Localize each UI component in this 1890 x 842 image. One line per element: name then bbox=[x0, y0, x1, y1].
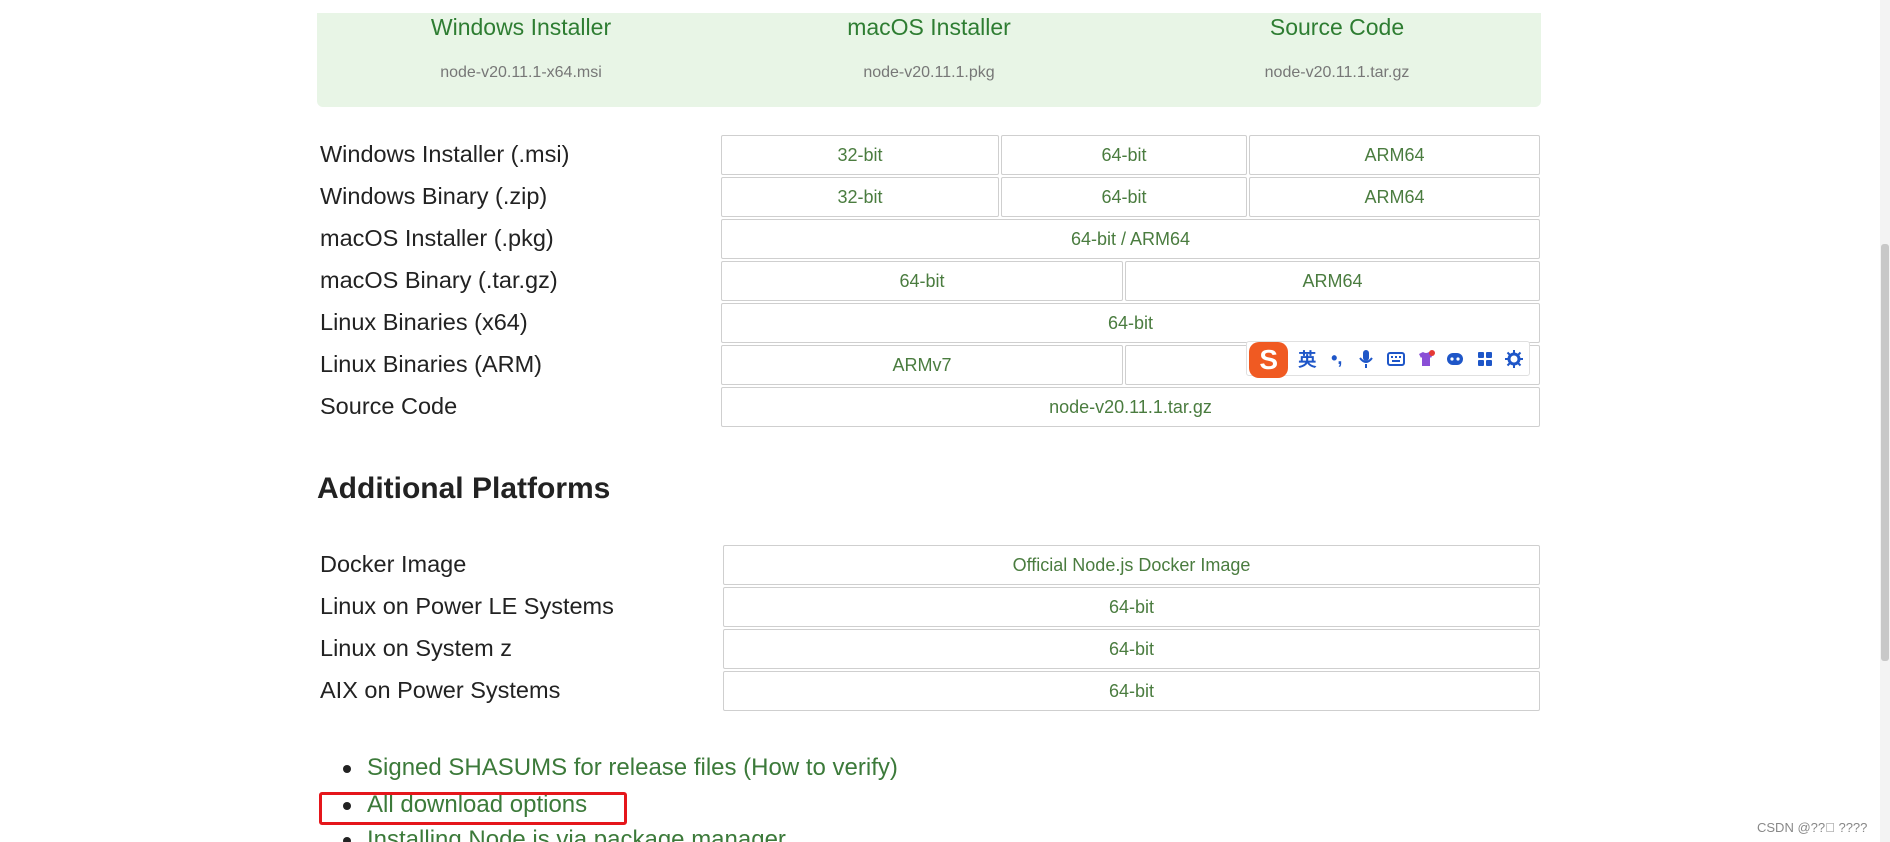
ime-punctuation-toggle[interactable]: •, bbox=[1322, 344, 1352, 374]
banner-title[interactable]: Source Code bbox=[1133, 13, 1541, 41]
emoji-icon[interactable] bbox=[1440, 344, 1470, 374]
download-banner: Windows Installer node-v20.11.1-x64.msi … bbox=[317, 13, 1541, 107]
bullet-dot bbox=[343, 765, 351, 773]
download-cell[interactable]: 64-bit bbox=[721, 261, 1123, 301]
watermark: CSDN @??  ???? bbox=[1757, 820, 1868, 835]
row-label: Linux Binaries (ARM) bbox=[320, 351, 543, 377]
download-cell[interactable]: 64-bit bbox=[723, 671, 1540, 711]
download-cell[interactable]: 64-bit bbox=[723, 629, 1540, 669]
mic-icon[interactable] bbox=[1352, 344, 1382, 374]
ime-mode-toggle[interactable]: 英 bbox=[1292, 344, 1322, 374]
download-cell[interactable]: Official Node.js Docker Image bbox=[723, 545, 1540, 585]
banner-macos[interactable]: macOS Installer node-v20.11.1.pkg bbox=[725, 13, 1133, 83]
bullet-dot bbox=[343, 837, 351, 842]
annotation-highlight-box bbox=[319, 792, 627, 825]
banner-file: node-v20.11.1.tar.gz bbox=[1264, 64, 1410, 81]
row-label: Docker Image bbox=[320, 551, 467, 577]
download-cell[interactable]: ARMv7 bbox=[721, 345, 1123, 385]
download-cell[interactable]: 64-bit / ARM64 bbox=[721, 219, 1540, 259]
download-cell[interactable]: ARM64 bbox=[1249, 135, 1540, 175]
row-label: Linux on Power LE Systems bbox=[320, 593, 614, 619]
banner-file: node-v20.11.1.pkg bbox=[863, 64, 995, 81]
row-label: Windows Binary (.zip) bbox=[320, 183, 548, 209]
banner-file: node-v20.11.1-x64.msi bbox=[440, 64, 602, 81]
download-cell[interactable]: ARM64 bbox=[1125, 261, 1540, 301]
package-manager-link[interactable]: Installing Node.js via package manager bbox=[367, 825, 786, 842]
shasums-link[interactable]: Signed SHASUMS for release files (How to… bbox=[367, 753, 898, 783]
ime-toolbar[interactable]: S 英 •, bbox=[1246, 341, 1530, 378]
banner-windows[interactable]: Windows Installer node-v20.11.1-x64.msi bbox=[317, 13, 725, 83]
apps-icon[interactable] bbox=[1470, 344, 1500, 374]
keyboard-icon[interactable] bbox=[1381, 344, 1411, 374]
download-cell[interactable]: 32-bit bbox=[721, 177, 999, 217]
row-label: macOS Binary (.tar.gz) bbox=[320, 267, 558, 293]
row-label: Windows Installer (.msi) bbox=[320, 141, 570, 167]
download-cell[interactable]: 64-bit bbox=[1001, 177, 1247, 217]
row-label: Linux on System z bbox=[320, 635, 513, 661]
row-label: Linux Binaries (x64) bbox=[320, 309, 528, 335]
download-cell[interactable]: 64-bit bbox=[721, 303, 1540, 343]
download-cell[interactable]: 64-bit bbox=[1001, 135, 1247, 175]
row-label: AIX on Power Systems bbox=[320, 677, 561, 703]
banner-title[interactable]: Windows Installer bbox=[317, 13, 725, 41]
skin-icon[interactable] bbox=[1411, 344, 1441, 374]
scrollbar-thumb[interactable] bbox=[1881, 244, 1889, 661]
ime-logo-icon[interactable]: S bbox=[1249, 341, 1289, 378]
download-cell[interactable]: node-v20.11.1.tar.gz bbox=[721, 387, 1540, 427]
download-cell[interactable]: 32-bit bbox=[721, 135, 999, 175]
row-label: macOS Installer (.pkg) bbox=[320, 225, 554, 251]
settings-icon[interactable] bbox=[1499, 344, 1529, 374]
row-label: Source Code bbox=[320, 393, 458, 419]
additional-platforms-heading: Additional Platforms bbox=[317, 472, 611, 505]
banner-title[interactable]: macOS Installer bbox=[725, 13, 1133, 41]
banner-source[interactable]: Source Code node-v20.11.1.tar.gz bbox=[1133, 13, 1541, 83]
download-cell[interactable]: 64-bit bbox=[723, 587, 1540, 627]
download-cell[interactable]: ARM64 bbox=[1249, 177, 1540, 217]
